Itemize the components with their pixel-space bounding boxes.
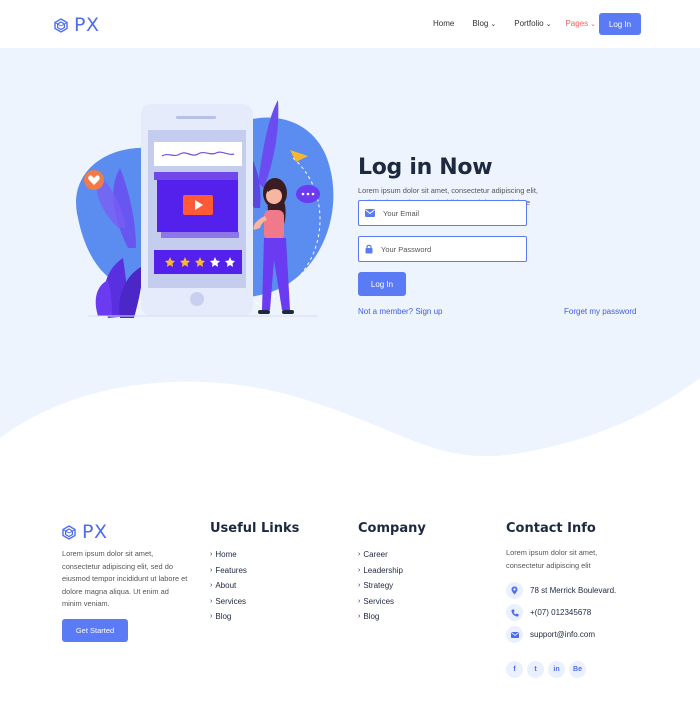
footer-brand-name: PX [82,521,108,543]
nav-portfolio-label: Portfolio [514,19,544,28]
chevron-down-icon: ⌄ [590,20,597,28]
nav-item-blog[interactable]: Blog ⌄ [472,19,496,28]
link-label: Career [363,550,388,560]
chevron-right-icon: › [210,613,213,621]
password-input[interactable] [381,244,511,254]
footer-link-services[interactable]: › Services [210,594,247,610]
chevron-right-icon: › [210,551,213,559]
page-title: Log in Now [358,155,493,180]
email-text: support@info.com [530,630,596,639]
footer-link-leadership[interactable]: › Leadership [358,563,403,579]
chevron-right-icon: › [210,566,213,574]
email-field[interactable] [358,200,527,226]
signup-link[interactable]: Not a member? Sign up [358,307,443,316]
forgot-password-link[interactable]: Forget my password [564,307,636,316]
social-links: f t in Be [506,661,586,678]
login-hero-section: Log in Now Lorem ipsum dolor sit amet, c… [0,48,700,458]
linkedin-icon[interactable]: in [548,661,565,678]
company-title: Company [358,521,426,536]
link-label: Blog [363,612,380,622]
mobile-login-illustration [76,100,334,318]
chevron-down-icon: ⌄ [490,20,497,28]
contact-email[interactable]: support@info.com [506,626,595,643]
password-field[interactable] [358,236,527,262]
address-text: 78 st Merrick Boulevard. [530,586,617,595]
useful-links-title: Useful Links [210,521,300,536]
header-login-button[interactable]: Log In [599,13,641,35]
link-label: Blog [215,612,232,622]
footer-brand-logo[interactable]: PX [62,521,107,543]
chevron-down-icon: ⌄ [545,20,552,28]
contact-info-title: Contact Info [506,521,596,536]
get-started-button[interactable]: Get Started [62,619,128,642]
chevron-right-icon: › [358,566,361,574]
link-label: Services [215,596,247,606]
link-label: About [215,581,237,591]
facebook-icon[interactable]: f [506,661,523,678]
nav-blog-label: Blog [472,19,489,28]
contact-address: 78 st Merrick Boulevard. [506,582,616,599]
footer-link-features[interactable]: › Features [210,563,247,579]
footer-link-career[interactable]: › Career [358,547,403,563]
envelope-icon [365,209,375,217]
map-pin-icon [506,582,523,599]
contact-description: Lorem ipsum dolor sit amet, consectetur … [506,548,598,570]
footer-about-text: Lorem ipsum dolor sit amet, consectetur … [62,549,188,608]
link-label: Features [215,565,247,575]
link-label: Strategy [363,581,394,591]
hexagon-logo-icon [62,524,76,540]
link-label: Services [363,596,395,606]
brand-name: PX [74,14,100,36]
footer-link-strategy[interactable]: › Strategy [358,578,403,594]
link-label: Leadership [363,565,403,575]
footer-link-about[interactable]: › About [210,578,247,594]
site-header: PX Home Blog ⌄ Portfolio ⌄ Pages ⌄ Log In [0,0,700,48]
nav-item-portfolio[interactable]: Portfolio ⌄ [514,19,551,28]
chevron-right-icon: › [358,613,361,621]
chevron-right-icon: › [358,582,361,590]
company-links-list: › Career › Leadership › Strategy › Services … [358,547,403,625]
link-label: Home [215,550,237,560]
footer-link-home[interactable]: › Home [210,547,247,563]
envelope-icon [506,626,523,643]
chevron-right-icon: › [210,597,213,605]
phone-text: +(07) 012345678 [530,608,592,617]
email-input[interactable] [383,208,513,218]
chevron-right-icon: › [358,597,361,605]
hexagon-logo-icon [54,17,68,33]
footer-link-blog[interactable]: › Blog [210,609,247,625]
login-submit-button[interactable]: Log In [358,272,406,296]
contact-phone[interactable]: +(07) 012345678 [506,604,591,621]
footer-link-company-services[interactable]: › Services [358,594,403,610]
phone-icon [506,604,523,621]
chevron-right-icon: › [358,551,361,559]
nav-item-pages[interactable]: Pages ⌄ [565,19,596,28]
useful-links-list: › Home › Features › About › Services › Blog [210,547,247,625]
chevron-right-icon: › [210,582,213,590]
nav-pages-label: Pages [565,19,589,28]
main-nav: Home Blog ⌄ Portfolio ⌄ Pages ⌄ [433,19,596,28]
nav-home-label: Home [433,19,455,28]
lock-icon [365,244,373,254]
brand-logo[interactable]: PX [54,14,99,36]
behance-icon[interactable]: Be [569,661,586,678]
nav-item-home[interactable]: Home [433,19,454,28]
footer-link-company-blog[interactable]: › Blog [358,609,403,625]
twitter-icon[interactable]: t [527,661,544,678]
